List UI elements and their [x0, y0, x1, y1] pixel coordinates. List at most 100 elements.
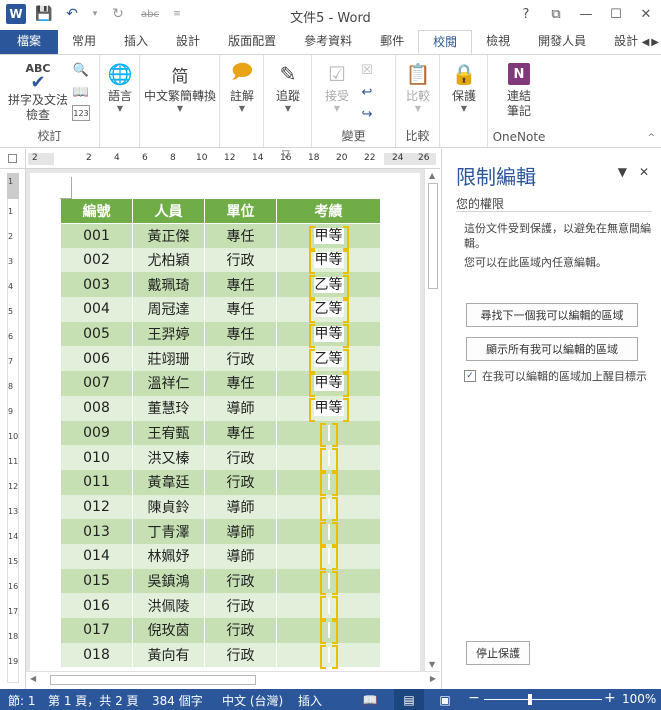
editable-region[interactable] — [319, 645, 338, 670]
cell-id[interactable]: 013 — [60, 519, 133, 544]
tracking-button[interactable]: ✎ 追蹤 ▼ — [272, 59, 304, 113]
cell-unit[interactable]: 行政 — [204, 593, 277, 618]
document-vertical-scrollbar[interactable]: ▲ ▼ — [424, 169, 440, 671]
spelling-grammar-button[interactable]: ABC ✔ 拼字及文法 檢查 — [6, 59, 70, 123]
protect-button[interactable]: 🔒 保護 ▼ — [448, 59, 480, 113]
read-mode-icon[interactable]: 📖 — [355, 689, 385, 710]
editable-region[interactable] — [319, 570, 338, 595]
page-indicator[interactable]: 第 1 頁，共 2 頁 — [48, 692, 139, 709]
chevron-right-icon[interactable]: ▶ — [651, 37, 659, 48]
editable-region[interactable] — [319, 472, 338, 497]
cell-unit[interactable]: 專任 — [204, 223, 277, 248]
accept-button[interactable]: ☑ 接受 ▼ — [318, 59, 356, 113]
indent-marker-icon[interactable]: ▽ — [282, 149, 290, 160]
cell-grade[interactable] — [276, 543, 381, 571]
web-layout-icon[interactable]: ▣ — [430, 689, 460, 710]
help-button[interactable]: ? — [511, 0, 541, 28]
editable-region[interactable] — [319, 447, 338, 472]
cell-id[interactable]: 009 — [60, 420, 133, 446]
tab-view[interactable]: 檢視 — [472, 30, 524, 54]
cell-person[interactable]: 戴珮琦 — [132, 272, 205, 298]
cell-id[interactable]: 001 — [60, 223, 133, 248]
linked-notes-button[interactable]: N 連結 筆記 — [502, 59, 536, 119]
close-button[interactable]: ✕ — [631, 0, 661, 28]
cell-person[interactable]: 黃韋廷 — [132, 469, 205, 495]
cell-unit[interactable]: 專任 — [204, 420, 277, 446]
cell-unit[interactable]: 行政 — [204, 445, 277, 470]
document-page[interactable]: 編號 人員 單位 考績 001 黃正傑 專任 甲等 002 尤柏穎 行政 甲等 003 戴珮琦 專任… — [30, 173, 420, 671]
editable-region[interactable] — [319, 496, 338, 521]
reject-icon[interactable]: ☒ — [358, 61, 376, 79]
research-icon[interactable]: 🔍 — [72, 61, 90, 79]
cell-id[interactable]: 010 — [60, 445, 133, 470]
cell-grade[interactable] — [276, 445, 381, 472]
editable-region[interactable]: 甲等 — [308, 250, 349, 275]
editable-region[interactable]: 甲等 — [308, 225, 349, 250]
thesaurus-icon[interactable]: 📖 — [72, 83, 90, 101]
cell-id[interactable]: 006 — [60, 346, 133, 372]
zoom-level[interactable]: 100% — [622, 692, 656, 706]
zoom-slider-thumb[interactable] — [528, 694, 532, 705]
scroll-right-icon[interactable]: ▶ — [430, 674, 436, 683]
cell-grade[interactable]: 甲等 — [276, 247, 381, 275]
document-horizontal-scrollbar[interactable]: ◀ ▶ — [26, 671, 440, 687]
cell-unit[interactable]: 專任 — [204, 297, 277, 322]
editable-region[interactable]: 乙等 — [308, 299, 349, 324]
highlight-regions-option[interactable]: ✓ 在我可以編輯的區域加上醒目標示 — [464, 369, 654, 384]
scroll-left-icon[interactable]: ◀ — [30, 674, 36, 683]
editable-region[interactable] — [319, 595, 338, 620]
editable-region[interactable]: 甲等 — [308, 398, 349, 423]
pane-options-icon[interactable]: ▼ — [618, 165, 627, 179]
cell-id[interactable]: 002 — [60, 247, 133, 273]
cell-person[interactable]: 王羿婷 — [132, 321, 205, 347]
cell-id[interactable]: 005 — [60, 321, 133, 347]
highlight-regions-checkbox[interactable]: ✓ — [464, 370, 476, 382]
tab-file[interactable]: 檔案 — [0, 30, 59, 54]
cell-person[interactable]: 莊翊珊 — [132, 346, 205, 372]
cell-grade[interactable]: 甲等 — [276, 223, 381, 250]
section-indicator[interactable]: 節: 1 — [8, 692, 36, 709]
next-change-icon[interactable]: ↪ — [358, 105, 376, 123]
tab-layout[interactable]: 版面配置 — [214, 30, 290, 54]
maximize-button[interactable]: ☐ — [601, 0, 631, 28]
print-layout-icon[interactable]: ▤ — [394, 689, 424, 710]
vertical-ruler[interactable]: 1 1 2 3 4 5 6 7 8 9 10 11 12 13 14 15 16… — [0, 169, 26, 689]
editable-region[interactable] — [319, 546, 338, 571]
scroll-thumb[interactable] — [428, 183, 438, 289]
word-count-icon[interactable]: 123 — [72, 105, 90, 121]
tab-developer[interactable]: 開發人員 — [524, 30, 600, 54]
chevron-left-icon[interactable]: ◀ — [642, 37, 650, 48]
cell-id[interactable]: 008 — [60, 395, 133, 421]
cell-person[interactable]: 洪又榛 — [132, 445, 205, 470]
editable-region[interactable]: 甲等 — [308, 324, 349, 349]
cell-unit[interactable]: 導師 — [204, 543, 277, 569]
cell-person[interactable]: 林姵妤 — [132, 543, 205, 569]
cell-person[interactable]: 丁青澤 — [132, 519, 205, 544]
horizontal-ruler[interactable]: 2 2 4 6 8 10 12 14 16 18 20 22 24 26 ▽ — [26, 149, 440, 169]
cell-unit[interactable]: 導師 — [204, 494, 277, 520]
cell-unit[interactable]: 行政 — [204, 618, 277, 643]
cell-grade[interactable] — [276, 568, 381, 595]
cell-grade[interactable]: 甲等 — [276, 321, 381, 349]
cell-person[interactable]: 尤柏穎 — [132, 247, 205, 273]
editable-region[interactable] — [319, 422, 338, 447]
cell-id[interactable]: 011 — [60, 469, 133, 495]
stop-protection-button[interactable]: 停止保護 — [466, 641, 530, 665]
cell-person[interactable]: 周冠達 — [132, 297, 205, 322]
cell-person[interactable]: 洪佩陵 — [132, 593, 205, 618]
tab-mailings[interactable]: 郵件 — [366, 30, 418, 54]
cell-grade[interactable] — [276, 494, 381, 521]
editable-region[interactable]: 乙等 — [308, 348, 349, 373]
cell-unit[interactable]: 專任 — [204, 321, 277, 347]
zoom-slider[interactable] — [484, 699, 602, 700]
cell-grade[interactable]: 乙等 — [276, 272, 381, 299]
cell-unit[interactable]: 行政 — [204, 642, 277, 668]
editable-region[interactable] — [319, 620, 338, 645]
cell-person[interactable]: 王宥甄 — [132, 420, 205, 446]
cell-id[interactable]: 018 — [60, 642, 133, 668]
compare-button[interactable]: 📋 比較 ▼ — [402, 59, 434, 113]
cell-id[interactable]: 017 — [60, 618, 133, 643]
editable-region[interactable] — [319, 521, 338, 546]
cell-person[interactable]: 黃正傑 — [132, 223, 205, 248]
zoom-in-icon[interactable]: + — [604, 690, 616, 706]
